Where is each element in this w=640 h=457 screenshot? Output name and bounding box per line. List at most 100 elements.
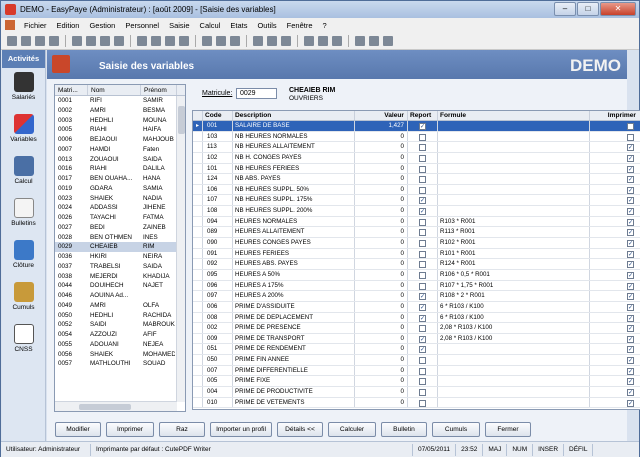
imprimer-checkbox[interactable]: ✓	[627, 271, 634, 279]
imprimer-checkbox[interactable]: ✓	[627, 261, 634, 269]
report-checkbox[interactable]	[419, 378, 426, 386]
grid-row[interactable]: 107 NB HEURES SUPPL. 175% 0 ✓ ✓	[193, 195, 640, 207]
col-imprimer[interactable]: Imprimer	[590, 111, 638, 120]
col-matricule[interactable]: Matri...	[55, 85, 88, 95]
report-checkbox[interactable]: ✓	[419, 197, 426, 205]
modifier-button[interactable]: Modifier	[55, 422, 101, 437]
importer-profil-button[interactable]: Importer un profil	[210, 422, 272, 437]
employee-list-hscroll[interactable]	[55, 401, 177, 411]
employee-list[interactable]: Matri... Nom Prénom 0001 RIFI SAMIR 0002 AMR…	[54, 84, 186, 412]
grid-row[interactable]: 010 PRIME DE VETEMENTS 0 ✓	[193, 397, 640, 409]
sidebar-item-variables[interactable]: Variables	[2, 110, 45, 152]
employee-row[interactable]: 0007 HAMDI Faten	[55, 145, 185, 155]
grid-row[interactable]: 094 HEURES NORMALES 0 R103 * R001 ✓	[193, 216, 640, 228]
report-checkbox[interactable]: ✓	[419, 314, 426, 322]
imprimer-checkbox[interactable]	[627, 123, 634, 130]
report-checkbox[interactable]	[419, 357, 426, 365]
grid-row[interactable]: 124 NB ABS. PAYES 0 ✓	[193, 174, 640, 185]
settings-icon[interactable]	[202, 35, 212, 46]
report-icon[interactable]	[114, 35, 124, 46]
report-checkbox[interactable]	[419, 282, 426, 290]
print-icon[interactable]	[49, 35, 59, 46]
report-checkbox[interactable]	[419, 271, 426, 279]
menu-fenetre[interactable]: Fenêtre	[282, 21, 318, 30]
restore-icon[interactable]	[332, 35, 342, 46]
report-checkbox[interactable]	[419, 399, 426, 407]
imprimer-checkbox[interactable]: ✓	[627, 208, 634, 216]
employee-row[interactable]: 0023 SHAIEK NADIA	[55, 194, 185, 204]
col-nom[interactable]: Nom	[88, 85, 141, 95]
imprimer-checkbox[interactable]: ✓	[627, 229, 634, 237]
employee-row[interactable]: 0038 MEJERDI KHADIJA	[55, 272, 185, 282]
users-icon[interactable]	[216, 35, 226, 46]
grid-row[interactable]: 101 NB HEURES FERIEES 0 ✓	[193, 163, 640, 175]
imprimer-checkbox[interactable]: ✓	[627, 378, 634, 386]
employee-row[interactable]: 0026 TAYACHI FATMA	[55, 213, 185, 223]
report-checkbox[interactable]	[419, 367, 426, 375]
imprimer-checkbox[interactable]	[627, 133, 634, 141]
sidebar-item-calcul[interactable]: Calcul	[2, 152, 45, 194]
report-checkbox[interactable]	[419, 176, 426, 184]
report-checkbox[interactable]	[419, 133, 426, 141]
employee-row[interactable]: 0019 GDARA SAMIA	[55, 184, 185, 194]
grid-row[interactable]: 002 PRIME DE PRESENCE 0 2,08 * R103 / K100 ✓	[193, 323, 640, 334]
col-code[interactable]: Code	[203, 111, 233, 120]
cumuls-button[interactable]: Cumuls	[432, 422, 480, 437]
report-checkbox[interactable]	[419, 250, 426, 258]
grid-row[interactable]: 095 HEURES A 50% 0 R106 * 0,5 * R001 ✓	[193, 269, 640, 281]
employee-row[interactable]: 0027 BEDI ZAINEB	[55, 223, 185, 233]
employee-list-vscroll[interactable]	[176, 96, 185, 402]
imprimer-checkbox[interactable]: ✓	[627, 346, 634, 354]
imprimer-checkbox[interactable]: ✓	[627, 282, 634, 290]
report-checkbox[interactable]	[419, 240, 426, 248]
employee-row[interactable]: 0002 AMRI BESMA	[55, 106, 185, 116]
scroll-thumb[interactable]	[178, 106, 185, 134]
employee-row[interactable]: 0029 CHEAIEB RIM	[55, 242, 185, 252]
grid-row[interactable]: 102 NB H. CONGES PAYES 0 ✓	[193, 152, 640, 164]
exit-icon[interactable]	[383, 35, 393, 46]
grid-row[interactable]: 091 HEURES FERIEES 0 R101 * R001 ✓	[193, 248, 640, 260]
grid-row[interactable]: 051 PRIME DE RENDEMENT 0 ✓ ✓	[193, 344, 640, 356]
grid-row[interactable]: 004 PRIME DE PRODUCTIVITE 0 ✓	[193, 387, 640, 398]
imprimer-checkbox[interactable]: ✓	[627, 154, 634, 162]
grid-row[interactable]: 103 NB HEURES NORMALES 0	[193, 131, 640, 143]
report-checkbox[interactable]	[419, 186, 426, 194]
employee-row[interactable]: 0052 SAIDI MABROUK	[55, 320, 185, 330]
grid-row[interactable]: 050 PRIME FIN ANNEE 0 ✓	[193, 355, 640, 366]
col-valeur[interactable]: Valeur	[355, 111, 408, 120]
payslip-icon[interactable]	[137, 35, 147, 46]
employee-row[interactable]: 0050 HEDHLI RACHIDA	[55, 311, 185, 321]
calendar-icon[interactable]	[86, 35, 96, 46]
report-checkbox[interactable]	[419, 154, 426, 162]
employee-row[interactable]: 0016 RIAHI DALILA	[55, 164, 185, 174]
calculer-button[interactable]: Calculer	[328, 422, 376, 437]
grid-row[interactable]: 009 PRIME DE TRANSPORT 0 ✓ 2,08 * R103 / K10…	[193, 333, 640, 345]
grid-row[interactable]: 108 NB HEURES SUPPL. 200% 0 ✓ ✓	[193, 206, 640, 217]
tax-icon[interactable]	[281, 35, 291, 46]
menu-etats[interactable]: Etats	[225, 21, 252, 30]
imprimer-checkbox[interactable]: ✓	[627, 399, 634, 407]
grid-row[interactable]: 006 PRIME D'ASSIDUITE 0 ✓ 6 * R103 / K100 ✓	[193, 301, 640, 313]
employee-row[interactable]: 0055 ADOUANI NEJEA	[55, 340, 185, 350]
grid-row[interactable]: 090 HEURES CONGES PAYES 0 R102 * R001 ✓	[193, 238, 640, 249]
help-icon[interactable]	[355, 35, 365, 46]
grid-row[interactable]: 096 HEURES A 175% 0 R107 * 1,75 * R001 ✓	[193, 280, 640, 292]
employees-icon[interactable]	[72, 35, 82, 46]
grid-row[interactable]: ▸ 001 SALAIRE DE BASE 1,427 ✓	[193, 121, 640, 132]
open-icon[interactable]	[21, 35, 31, 46]
imprimer-checkbox[interactable]: ✓	[627, 303, 634, 311]
grid-row[interactable]: 007 PRIME DIFFERENTIELLE 0 ✓	[193, 365, 640, 377]
cnss-icon[interactable]	[267, 35, 277, 46]
menu-personnel[interactable]: Personnel	[120, 21, 164, 30]
employee-row[interactable]: 0037 TRABELSI SAIDA	[55, 262, 185, 272]
menu-gestion[interactable]: Gestion	[84, 21, 120, 30]
report-checkbox[interactable]: ✓	[419, 346, 426, 354]
report-checkbox[interactable]	[419, 218, 426, 226]
about-icon[interactable]	[369, 35, 379, 46]
imprimer-checkbox[interactable]: ✓	[627, 389, 634, 397]
employee-row[interactable]: 0046 AOUINA Ad...	[55, 291, 185, 301]
imprimer-checkbox[interactable]: ✓	[627, 357, 634, 365]
lock-icon[interactable]	[230, 35, 240, 46]
bank-icon[interactable]	[253, 35, 263, 46]
col-report[interactable]: Report	[408, 111, 438, 120]
